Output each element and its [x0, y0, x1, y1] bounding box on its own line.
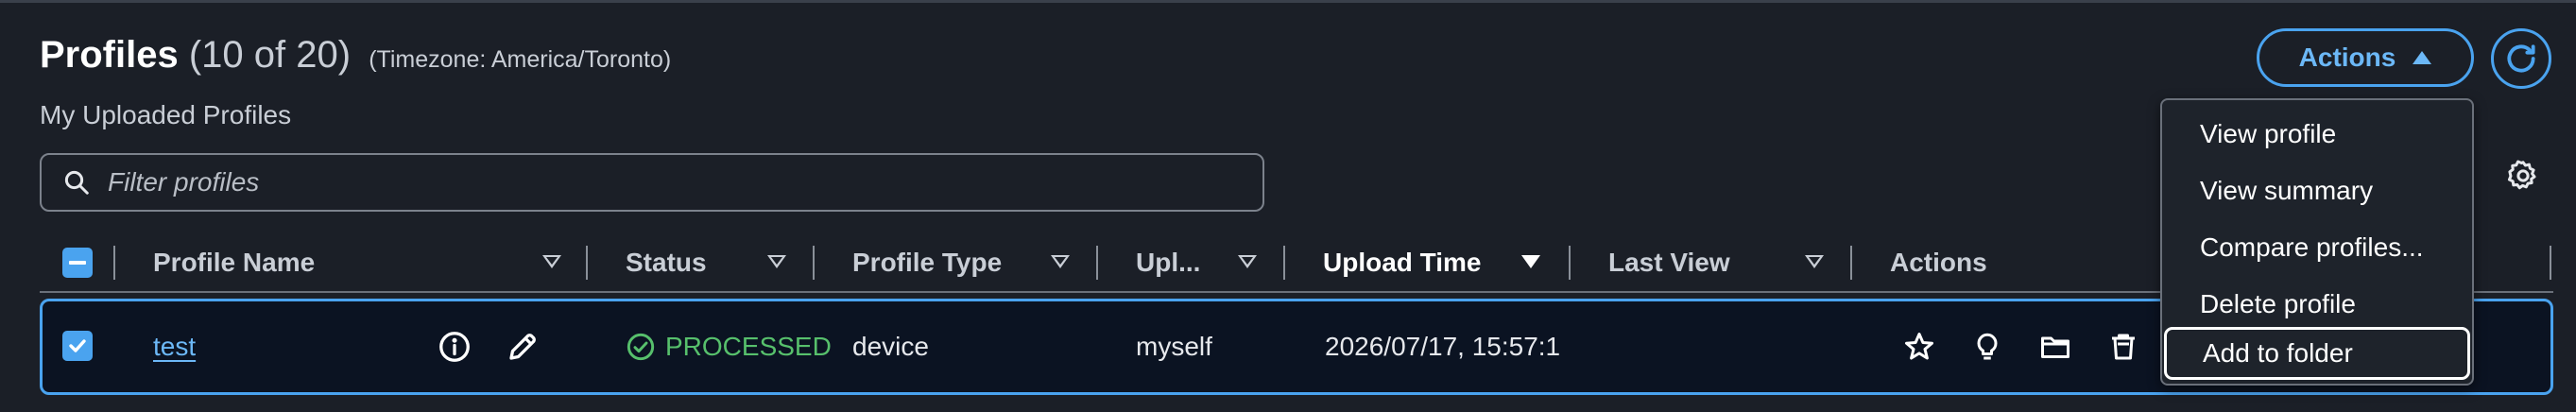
- column-header-upload-time[interactable]: Upload Time: [1323, 236, 1482, 289]
- column-divider: [1569, 246, 1571, 280]
- indeterminate-dash-icon: [69, 261, 86, 265]
- settings-gear-icon: [2507, 160, 2536, 190]
- column-header-uploader[interactable]: Upl...: [1136, 236, 1200, 289]
- column-divider: [813, 246, 815, 280]
- column-divider: [586, 246, 588, 280]
- filter-icon[interactable]: [1805, 255, 1824, 268]
- filter-icon[interactable]: [542, 255, 561, 268]
- page-subtitle: My Uploaded Profiles: [40, 100, 292, 129]
- star-icon: [1905, 333, 1933, 360]
- lightbulb-icon: [1977, 333, 1998, 360]
- profile-type: device: [852, 332, 929, 361]
- uploader: myself: [1136, 332, 1212, 361]
- filter-profiles-input[interactable]: [106, 166, 1149, 198]
- column-header-status[interactable]: Status: [626, 236, 707, 289]
- caret-up-icon: [2413, 51, 2432, 64]
- profile-name-link[interactable]: test: [153, 332, 196, 362]
- select-all-checkbox[interactable]: [62, 248, 93, 278]
- folder-icon: [2041, 336, 2069, 358]
- column-divider: [2550, 246, 2551, 280]
- checkmark-icon: [69, 339, 86, 352]
- timezone-label: (Timezone: America/Toronto): [369, 46, 672, 73]
- column-divider: [1850, 246, 1852, 280]
- actions-button[interactable]: Actions: [2257, 28, 2474, 87]
- filter-box: [40, 153, 1264, 212]
- column-header-last-view[interactable]: Last View: [1608, 236, 1730, 289]
- actions-menu: View profile View summary Compare profil…: [2160, 98, 2474, 386]
- column-divider: [113, 246, 115, 280]
- filter-icon[interactable]: [1051, 255, 1070, 268]
- status-badge: PROCESSED: [665, 332, 832, 361]
- insights-button[interactable]: [1970, 330, 2004, 364]
- status-cell: PROCESSED: [626, 301, 832, 392]
- check-circle-icon: [627, 333, 655, 361]
- search-icon: [64, 170, 89, 195]
- refresh-button[interactable]: [2491, 28, 2551, 89]
- menu-item-add-to-folder[interactable]: Add to folder: [2164, 327, 2470, 380]
- sort-triangle-icon[interactable]: [1521, 255, 1540, 268]
- actions-button-label: Actions: [2298, 43, 2396, 72]
- profile-count: (10 of 20): [188, 34, 352, 76]
- top-border: [0, 0, 2576, 3]
- upload-time: 2026/07/17, 15:57:1: [1325, 332, 1561, 361]
- page-title: Profiles (10 of 20) (Timezone: America/T…: [40, 34, 671, 77]
- menu-item-view-summary[interactable]: View summary: [2162, 164, 2472, 217]
- row-checkbox[interactable]: [62, 331, 93, 361]
- favorite-button[interactable]: [1902, 330, 1936, 364]
- trash-icon: [2112, 334, 2135, 360]
- menu-item-delete-profile[interactable]: Delete profile: [2162, 278, 2472, 331]
- refresh-icon: [2507, 44, 2535, 73]
- edit-button[interactable]: [506, 330, 540, 364]
- filter-icon[interactable]: [767, 255, 786, 268]
- menu-item-view-profile[interactable]: View profile: [2162, 108, 2472, 161]
- column-header-actions: Actions: [1890, 248, 1987, 277]
- table-settings-button[interactable]: [2506, 159, 2540, 197]
- column-header-profile-name[interactable]: Profile Name: [153, 236, 315, 289]
- edit-pencil-icon: [509, 334, 536, 360]
- info-icon: [439, 332, 470, 362]
- column-divider: [1096, 246, 1098, 280]
- page-title-text: Profiles: [40, 34, 179, 76]
- column-divider: [1283, 246, 1285, 280]
- column-header-profile-type[interactable]: Profile Type: [852, 236, 1002, 289]
- filter-icon[interactable]: [1238, 255, 1257, 268]
- delete-button[interactable]: [2106, 330, 2140, 364]
- menu-item-compare-profiles[interactable]: Compare profiles...: [2162, 221, 2472, 274]
- folder-button[interactable]: [2038, 330, 2072, 364]
- info-button[interactable]: [438, 330, 472, 364]
